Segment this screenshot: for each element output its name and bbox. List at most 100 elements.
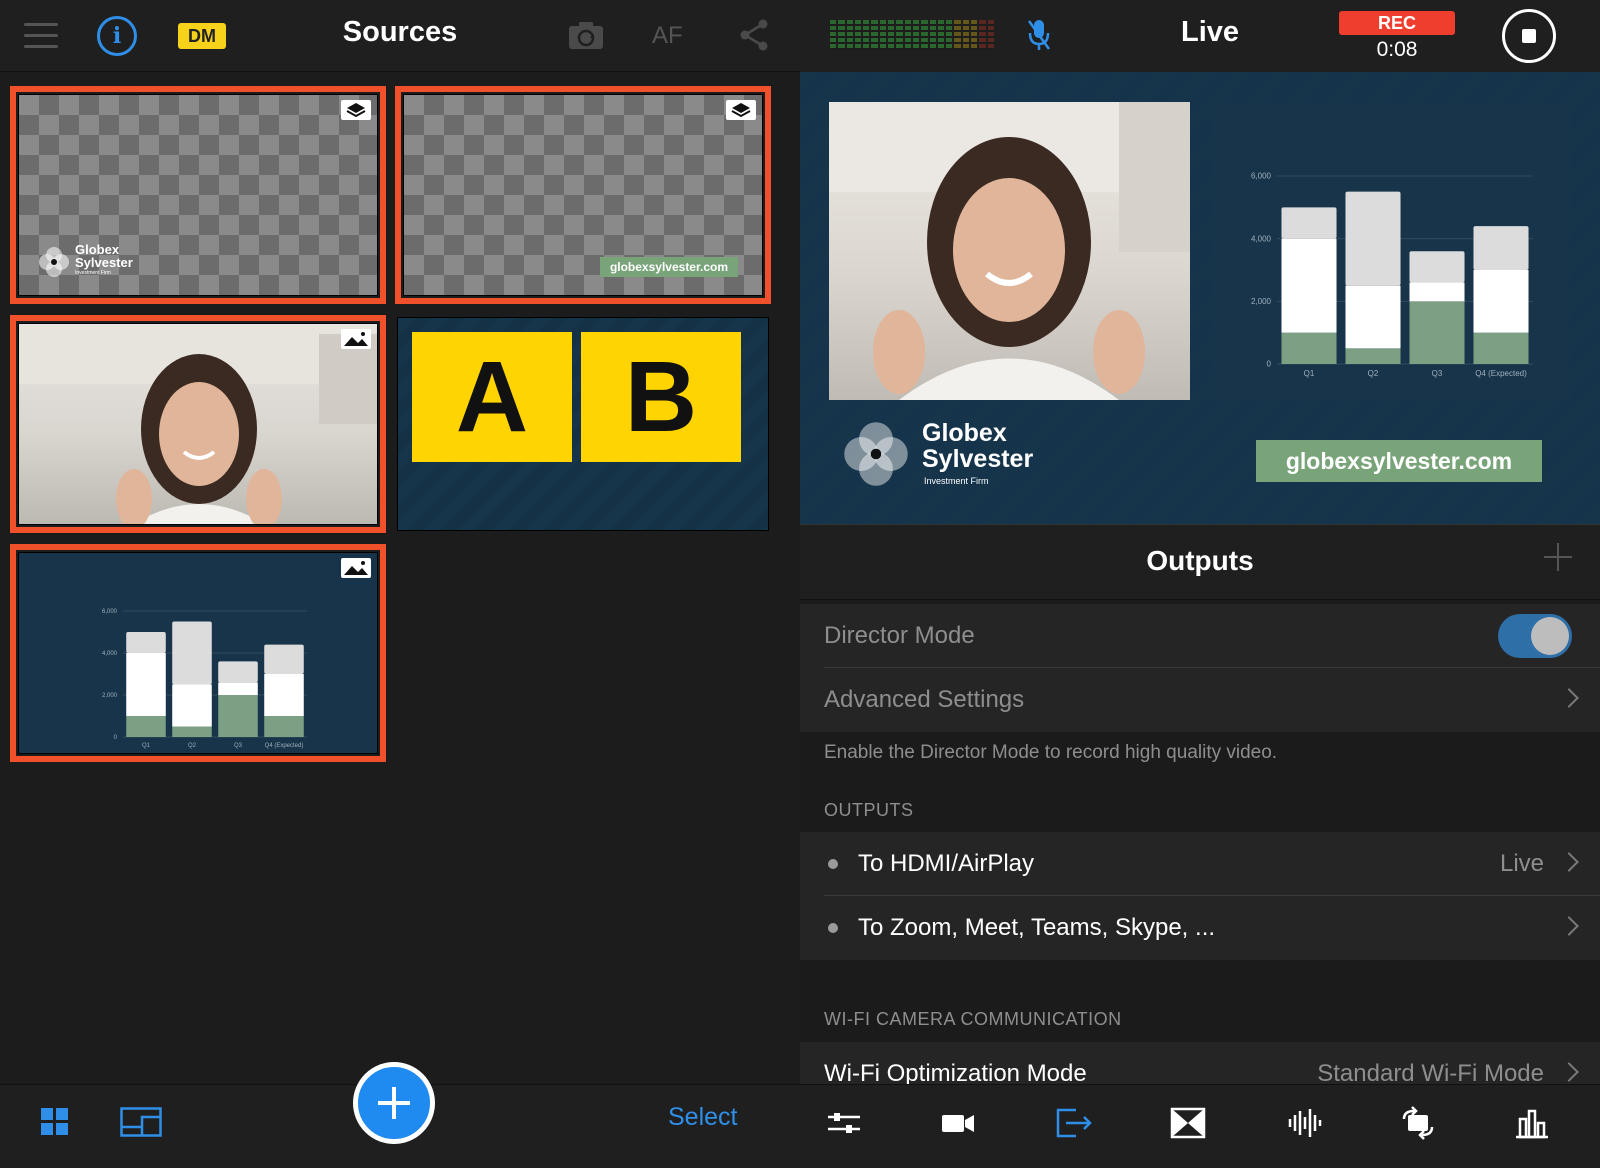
bar-segment	[1409, 251, 1465, 283]
x-tick-label: Q4 (Expected)	[265, 743, 304, 749]
y-tick-label: 6,000	[102, 609, 118, 615]
tile-frame: 0 2,000 4,000 6,000 Q1 Q2 Q3 Q4 (Expected)	[18, 552, 378, 754]
preview-brand-logo: Globex Sylvester Investment Firm	[840, 418, 1060, 498]
bar-segment	[1345, 285, 1401, 349]
meter-segment	[929, 20, 936, 50]
live-title: Live	[1180, 16, 1240, 48]
meter-segment	[879, 20, 887, 50]
camera-rotate-icon[interactable]	[1398, 1105, 1438, 1141]
chevron-right-icon	[1559, 852, 1579, 872]
stats-icon[interactable]	[1512, 1105, 1552, 1141]
audio-level-meter	[830, 20, 994, 50]
tile-frame	[18, 323, 378, 525]
output-conferencing-row[interactable]: To Zoom, Meet, Teams, Skype, ...	[800, 896, 1600, 960]
bar-segment	[172, 621, 212, 685]
x-tick-label: Q2	[188, 743, 197, 749]
y-tick-label: 6,000	[1251, 172, 1272, 181]
director-mode-toggle[interactable]	[1498, 614, 1572, 658]
source-tile-presenter-image[interactable]	[10, 315, 386, 533]
app-root: i DM Sources AF Globex Sylvester Investm…	[0, 0, 1600, 1168]
outputs-header: Outputs	[800, 524, 1600, 600]
bar-segment	[264, 644, 304, 674]
bar-segment	[1473, 332, 1529, 364]
rec-badge: REC	[1339, 11, 1455, 35]
brand-logo: Globex Sylvester Investment Firm	[37, 243, 147, 283]
source-tile-logo-overlay[interactable]: Globex Sylvester Investment Firm	[10, 86, 386, 304]
status-dot	[828, 923, 838, 933]
bar-segment	[172, 684, 212, 727]
add-icon	[378, 1087, 410, 1119]
logo-flower-icon	[39, 247, 69, 277]
bar-segment	[126, 632, 166, 653]
outputs-section-header: OUTPUTS	[824, 800, 914, 820]
presenter-illustration	[829, 102, 1190, 400]
microphone-muted-icon[interactable]	[1026, 18, 1052, 52]
select-button[interactable]: Select	[668, 1103, 737, 1132]
output-hdmi-row[interactable]: To HDMI/AirPlay Live	[800, 832, 1600, 896]
output-hdmi-label: To HDMI/AirPlay	[858, 850, 1035, 877]
stop-icon	[1522, 29, 1536, 43]
y-tick-label: 0	[1267, 360, 1272, 369]
y-tick-label: 4,000	[102, 651, 118, 657]
transparent-background: globexsylvester.com	[403, 94, 763, 296]
advanced-settings-row[interactable]: Advanced Settings	[800, 668, 1600, 732]
bar-segment	[264, 716, 304, 737]
add-source-button[interactable]	[353, 1062, 435, 1144]
transparent-background: Globex Sylvester Investment Firm	[18, 94, 378, 296]
live-toolbar: Live REC 0:08	[800, 0, 1600, 72]
wifi-section-header: WI-FI CAMERA COMMUNICATION	[824, 1009, 1122, 1029]
audio-waveform-icon[interactable]	[1284, 1105, 1324, 1141]
bar-segment	[218, 661, 258, 683]
image-icon	[341, 329, 371, 349]
bar-segment	[1345, 348, 1401, 364]
bar-segment	[264, 674, 304, 716]
layout-view-icon[interactable]	[120, 1107, 162, 1137]
stop-recording-button[interactable]	[1502, 9, 1556, 63]
grid-view-icon[interactable]	[40, 1107, 70, 1137]
bar-segment	[126, 716, 166, 737]
meter-segment	[871, 20, 878, 50]
image-icon	[341, 558, 371, 578]
y-tick-label: 4,000	[1251, 234, 1272, 243]
x-tick-label: Q4 (Expected)	[1475, 369, 1527, 378]
source-tile-chart-image[interactable]: 0 2,000 4,000 6,000 Q1 Q2 Q3 Q4 (Expected)	[10, 544, 386, 762]
share-icon[interactable]	[738, 18, 770, 52]
video-camera-icon[interactable]	[938, 1105, 978, 1141]
meter-segment	[904, 20, 911, 50]
dm-badge[interactable]: DM	[178, 23, 226, 49]
y-tick-label: 2,000	[1251, 297, 1272, 306]
director-mode-row[interactable]: Director Mode	[800, 604, 1600, 668]
live-preview[interactable]: 0 2,000 4,000 6,000 Q1 Q2 Q3 Q4 (Expected) Glob…	[800, 72, 1600, 524]
live-bottom-bar	[800, 1084, 1600, 1168]
meter-segment	[954, 20, 961, 50]
chevron-right-icon	[1559, 1062, 1579, 1082]
bar-segment	[1409, 301, 1465, 364]
menu-icon[interactable]	[24, 23, 58, 49]
bar-segment	[218, 695, 258, 737]
a-box: A	[412, 332, 572, 462]
camera-switch-icon[interactable]	[568, 20, 604, 50]
y-tick-label: 2,000	[102, 693, 118, 699]
output-icon[interactable]	[1054, 1105, 1094, 1141]
bar-segment	[172, 726, 212, 737]
sliders-icon[interactable]	[824, 1105, 864, 1141]
presenter-illustration	[19, 324, 377, 524]
logo-name-line2: Sylvester	[922, 445, 1034, 473]
meter-segment	[830, 20, 837, 50]
autofocus-label[interactable]: AF	[652, 22, 692, 50]
add-output-icon[interactable]	[1544, 543, 1572, 571]
outputs-title: Outputs	[1146, 545, 1254, 576]
output-conferencing-label: To Zoom, Meet, Teams, Skype, ...	[858, 914, 1216, 941]
source-tile-ab-graphic[interactable]: A B	[395, 315, 771, 533]
layers-icon	[726, 100, 756, 120]
bar-segment	[1409, 282, 1465, 302]
transition-icon[interactable]	[1168, 1105, 1208, 1141]
info-icon[interactable]: i	[97, 16, 137, 56]
meter-segment	[946, 20, 953, 50]
meter-segment	[921, 20, 928, 50]
advanced-settings-label: Advanced Settings	[824, 686, 1025, 713]
logo-subtitle: Investment Firm	[924, 476, 989, 486]
layers-icon	[341, 100, 371, 120]
source-tile-url-overlay[interactable]: globexsylvester.com	[395, 86, 771, 304]
y-tick-label: 0	[114, 735, 118, 741]
